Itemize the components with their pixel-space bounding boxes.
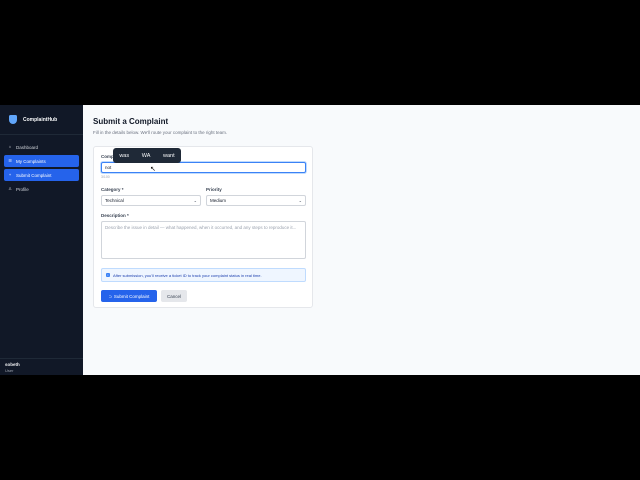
sidebar-item-label: My Complaints (16, 158, 46, 164)
cancel-button[interactable]: Cancel (161, 290, 187, 302)
app-name: ComplaintHub (23, 116, 58, 123)
complaint-form: Compl not 3/100 Category * Technical ⌄ P… (93, 146, 313, 308)
sidebar-item-dashboard[interactable]: ⌂ Dashboard (4, 141, 79, 153)
sidebar-item-my-complaints[interactable]: ☰ My Complaints (4, 155, 79, 167)
cancel-label: Cancel (166, 293, 181, 299)
submit-label: Submit Complaint (113, 293, 150, 299)
plus-icon: + (8, 172, 12, 177)
chevron-down-icon: ⌄ (193, 198, 197, 203)
subject-counter: 3/100 (101, 175, 110, 179)
subject-input[interactable]: not (101, 162, 306, 173)
sidebar-item-label: Dashboard (16, 144, 39, 150)
list-icon: ☰ (8, 158, 12, 163)
info-banner: i After submission, you'll receive a tic… (101, 268, 306, 282)
shield-icon (9, 115, 17, 124)
send-icon: ⊃ (108, 293, 112, 299)
sidebar-item-submit-complaint[interactable]: + Submit Complaint (4, 169, 79, 181)
sidebar: ComplaintHub ⌂ Dashboard ☰ My Complaints… (0, 105, 83, 375)
main-content: Submit a Complaint Fill in the details b… (83, 105, 640, 375)
brand: ComplaintHub (0, 105, 83, 135)
description-placeholder: Describe the issue in detail — what happ… (105, 225, 297, 230)
user-name: sobeth (5, 362, 20, 367)
autocomplete-suggestions: was WA want (113, 148, 181, 163)
chevron-down-icon: ⌄ (298, 198, 302, 203)
info-text: After submission, you'll receive a ticke… (113, 272, 262, 278)
priority-label: Priority (206, 187, 222, 192)
mouse-cursor-icon: ↖ (150, 166, 156, 173)
page-title: Submit a Complaint (93, 117, 169, 126)
submit-complaint-button[interactable]: ⊃ Submit Complaint (101, 290, 157, 302)
description-textarea[interactable]: Describe the issue in detail — what happ… (101, 221, 306, 259)
info-icon: i (106, 273, 110, 277)
suggestion-item[interactable]: WA (142, 153, 151, 159)
sidebar-item-profile[interactable]: ♙ Profile (4, 183, 79, 195)
description-label: Description * (101, 213, 129, 218)
sidebar-item-label: Submit Complaint (16, 172, 52, 178)
sidebar-item-label: Profile (16, 186, 29, 192)
user-icon: ♙ (8, 186, 12, 191)
category-select[interactable]: Technical ⌄ (101, 195, 201, 206)
suggestion-item[interactable]: was (119, 153, 129, 159)
user-role: User (5, 368, 14, 373)
suggestion-item[interactable]: want (163, 153, 175, 159)
subject-value: not (105, 165, 112, 170)
category-label: Category * (101, 187, 124, 192)
home-icon: ⌂ (8, 144, 12, 149)
priority-select[interactable]: Medium ⌄ (206, 195, 306, 206)
user-info: sobeth User (0, 358, 83, 375)
sidebar-nav: ⌂ Dashboard ☰ My Complaints + Submit Com… (0, 135, 83, 195)
category-value: Technical (105, 198, 124, 203)
page-subtitle: Fill in the details below. We'll route y… (93, 130, 228, 135)
priority-value: Medium (210, 198, 227, 203)
app-screen: ComplaintHub ⌂ Dashboard ☰ My Complaints… (0, 105, 640, 375)
